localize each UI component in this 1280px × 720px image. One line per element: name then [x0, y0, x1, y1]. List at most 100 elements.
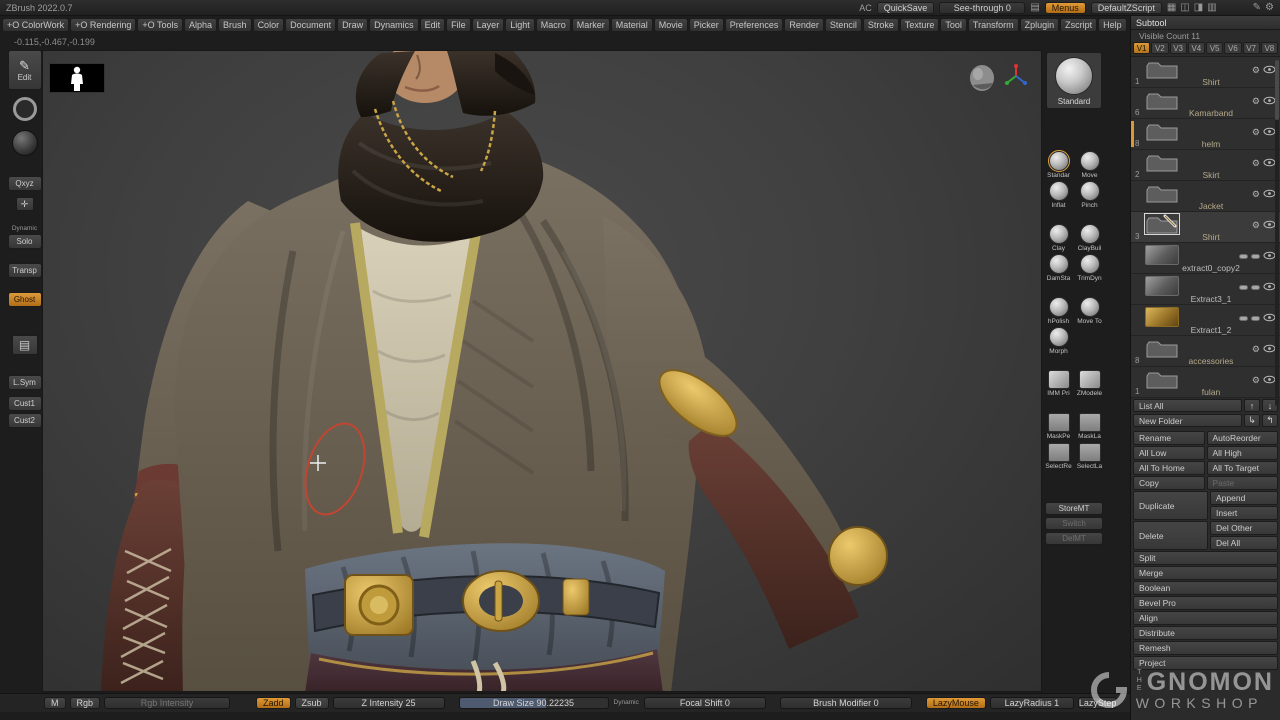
menu-texture[interactable]: Texture — [900, 18, 940, 32]
menu-zscript[interactable]: Zscript — [1060, 18, 1097, 32]
current-material-tile[interactable]: Standard — [1046, 52, 1102, 109]
menu-zplugin[interactable]: Zplugin — [1020, 18, 1060, 32]
ghost-button[interactable]: Ghost — [8, 292, 42, 307]
menu-light[interactable]: Light — [505, 18, 535, 32]
lazy-step-slider[interactable]: LazyStep — [1078, 697, 1118, 709]
brush-pinch[interactable]: Pinch — [1074, 181, 1105, 211]
menu-macro[interactable]: Macro — [536, 18, 571, 32]
menu-alpha[interactable]: Alpha — [184, 18, 217, 32]
polypaint-toggle-icon[interactable] — [1239, 285, 1248, 290]
gear-icon[interactable]: ⚙ — [1252, 345, 1260, 354]
switch-button[interactable]: Switch — [1045, 517, 1103, 530]
menu-document[interactable]: Document — [285, 18, 336, 32]
zsub-button[interactable]: Zsub — [295, 697, 329, 709]
split-button[interactable]: Split — [1133, 551, 1278, 565]
menus-button[interactable]: Menus — [1045, 2, 1086, 14]
align-button[interactable]: Align — [1133, 611, 1278, 625]
qxyz-button[interactable]: Qxyz — [8, 176, 42, 191]
brush-inflat[interactable]: Inflat — [1043, 181, 1074, 211]
subtool-item-skirt[interactable]: ⚙2Skirt — [1131, 150, 1280, 181]
subtool-tab-v8[interactable]: V8 — [1261, 42, 1278, 54]
brush-move[interactable]: Move — [1074, 151, 1105, 181]
rename-button[interactable]: Rename — [1133, 431, 1205, 445]
gear-icon[interactable]: ⚙ — [1252, 190, 1260, 199]
menu-picker[interactable]: Picker — [689, 18, 724, 32]
all-low-button[interactable]: All Low — [1133, 446, 1205, 460]
move-up-button[interactable]: ↑ — [1244, 399, 1260, 412]
gear-icon[interactable]: ⚙ — [1252, 221, 1260, 230]
rgb-intensity-slider[interactable]: Rgb Intensity — [104, 697, 230, 709]
focal-shift-slider[interactable]: Focal Shift 0 — [644, 697, 766, 709]
brush-move-to[interactable]: Move To — [1074, 297, 1105, 327]
subtool-item-shirt[interactable]: ⚙1Shirt — [1131, 57, 1280, 88]
subtool-item-extract0-copy2[interactable]: extract0_copy2 — [1131, 243, 1280, 274]
print-hub-icon[interactable]: ▤ — [12, 335, 38, 355]
menu-preferences[interactable]: Preferences — [725, 18, 784, 32]
subtool-item-extract1-2[interactable]: Extract1_2 — [1131, 305, 1280, 336]
brush-morph[interactable]: Morph — [1043, 327, 1074, 357]
quicksave-button[interactable]: QuickSave — [877, 2, 935, 14]
new-folder-button[interactable]: New Folder — [1133, 414, 1242, 427]
draw-size-slider[interactable]: Draw Size 90.22235 — [459, 697, 609, 709]
note-icon[interactable]: ▤ — [1030, 3, 1039, 13]
list-all-button[interactable]: List All — [1133, 399, 1242, 412]
menu-file[interactable]: File — [446, 18, 471, 32]
menu-tool[interactable]: Tool — [940, 18, 967, 32]
lsym-button[interactable]: L.Sym — [8, 375, 42, 390]
zadd-button[interactable]: Zadd — [256, 697, 291, 709]
gear-icon[interactable]: ⚙ — [1252, 66, 1260, 75]
document-thumbnail[interactable] — [49, 63, 105, 93]
subtool-tab-v4[interactable]: V4 — [1188, 42, 1205, 54]
all-high-button[interactable]: All High — [1207, 446, 1279, 460]
brush-maskla[interactable]: MaskLa — [1074, 413, 1105, 443]
gear-icon[interactable]: ⚙ — [1252, 128, 1260, 137]
duplicate-button[interactable]: Duplicate — [1133, 491, 1208, 520]
menu-stroke[interactable]: Stroke — [863, 18, 899, 32]
brush-modifier-slider[interactable]: Brush Modifier 0 — [780, 697, 912, 709]
all-to-home-button[interactable]: All To Home — [1133, 461, 1205, 475]
brush-maskpe[interactable]: MaskPe — [1043, 413, 1074, 443]
subtool-tab-v2[interactable]: V2 — [1151, 42, 1168, 54]
transp-button[interactable]: Transp — [8, 263, 42, 278]
menu-o-rendering[interactable]: +O Rendering — [70, 18, 136, 32]
menu-o-colorwork[interactable]: +O ColorWork — [2, 18, 69, 32]
axis-gizmo[interactable] — [1003, 63, 1029, 89]
axis-icon[interactable]: ✛ — [16, 197, 34, 211]
stroke-circle-icon[interactable] — [13, 97, 37, 121]
lazy-radius-slider[interactable]: LazyRadius 1 — [990, 697, 1074, 709]
subtool-item-fulan[interactable]: ⚙1fulan — [1131, 367, 1280, 398]
brush-claybuil[interactable]: ClayBuil — [1074, 224, 1105, 254]
menu-transform[interactable]: Transform — [968, 18, 1019, 32]
gear-icon[interactable]: ⚙ — [1252, 376, 1260, 385]
brush-trimdyn[interactable]: TrimDyn — [1074, 254, 1105, 284]
rgb-button[interactable]: Rgb — [70, 697, 101, 709]
z-intensity-slider[interactable]: Z Intensity 25 — [333, 697, 445, 709]
menu-dynamics[interactable]: Dynamics — [369, 18, 419, 32]
cust2-button[interactable]: Cust2 — [8, 413, 42, 428]
material-sphere-icon[interactable] — [12, 130, 38, 156]
cust1-button[interactable]: Cust1 — [8, 396, 42, 411]
remesh-button[interactable]: Remesh — [1133, 641, 1278, 655]
gear-icon[interactable]: ⚙ — [1252, 159, 1260, 168]
delmt-button[interactable]: DelMT — [1045, 532, 1103, 545]
boolean-button[interactable]: Boolean — [1133, 581, 1278, 595]
paste-button[interactable]: Paste — [1207, 476, 1279, 490]
subtool-tab-v3[interactable]: V3 — [1170, 42, 1187, 54]
brush-imm-pri[interactable]: IMM Pri — [1043, 370, 1074, 400]
subtool-item-extract3-1[interactable]: Extract3_1 — [1131, 274, 1280, 305]
brush-selectre[interactable]: SelectRe — [1043, 443, 1074, 473]
brush-zmodele[interactable]: ZModele — [1074, 370, 1105, 400]
subtool-item-shirt[interactable]: ⚙3Shirt — [1131, 212, 1280, 243]
subtool-header[interactable]: Subtool — [1131, 16, 1280, 30]
edit-button[interactable]: ✎ Edit — [8, 50, 42, 90]
menu-marker[interactable]: Marker — [572, 18, 610, 32]
tool-preview-thumbnail[interactable] — [965, 63, 999, 95]
menu-layer[interactable]: Layer — [472, 18, 505, 32]
menu-brush[interactable]: Brush — [218, 18, 252, 32]
del-other-button[interactable]: Del Other — [1210, 521, 1278, 535]
layout-icon-4[interactable]: ▥ — [1207, 3, 1216, 13]
brush-selectla[interactable]: SelectLa — [1074, 443, 1105, 473]
uv-toggle-icon[interactable] — [1251, 316, 1260, 321]
menu-help[interactable]: Help — [1098, 18, 1127, 32]
brush-clay[interactable]: Clay — [1043, 224, 1074, 254]
